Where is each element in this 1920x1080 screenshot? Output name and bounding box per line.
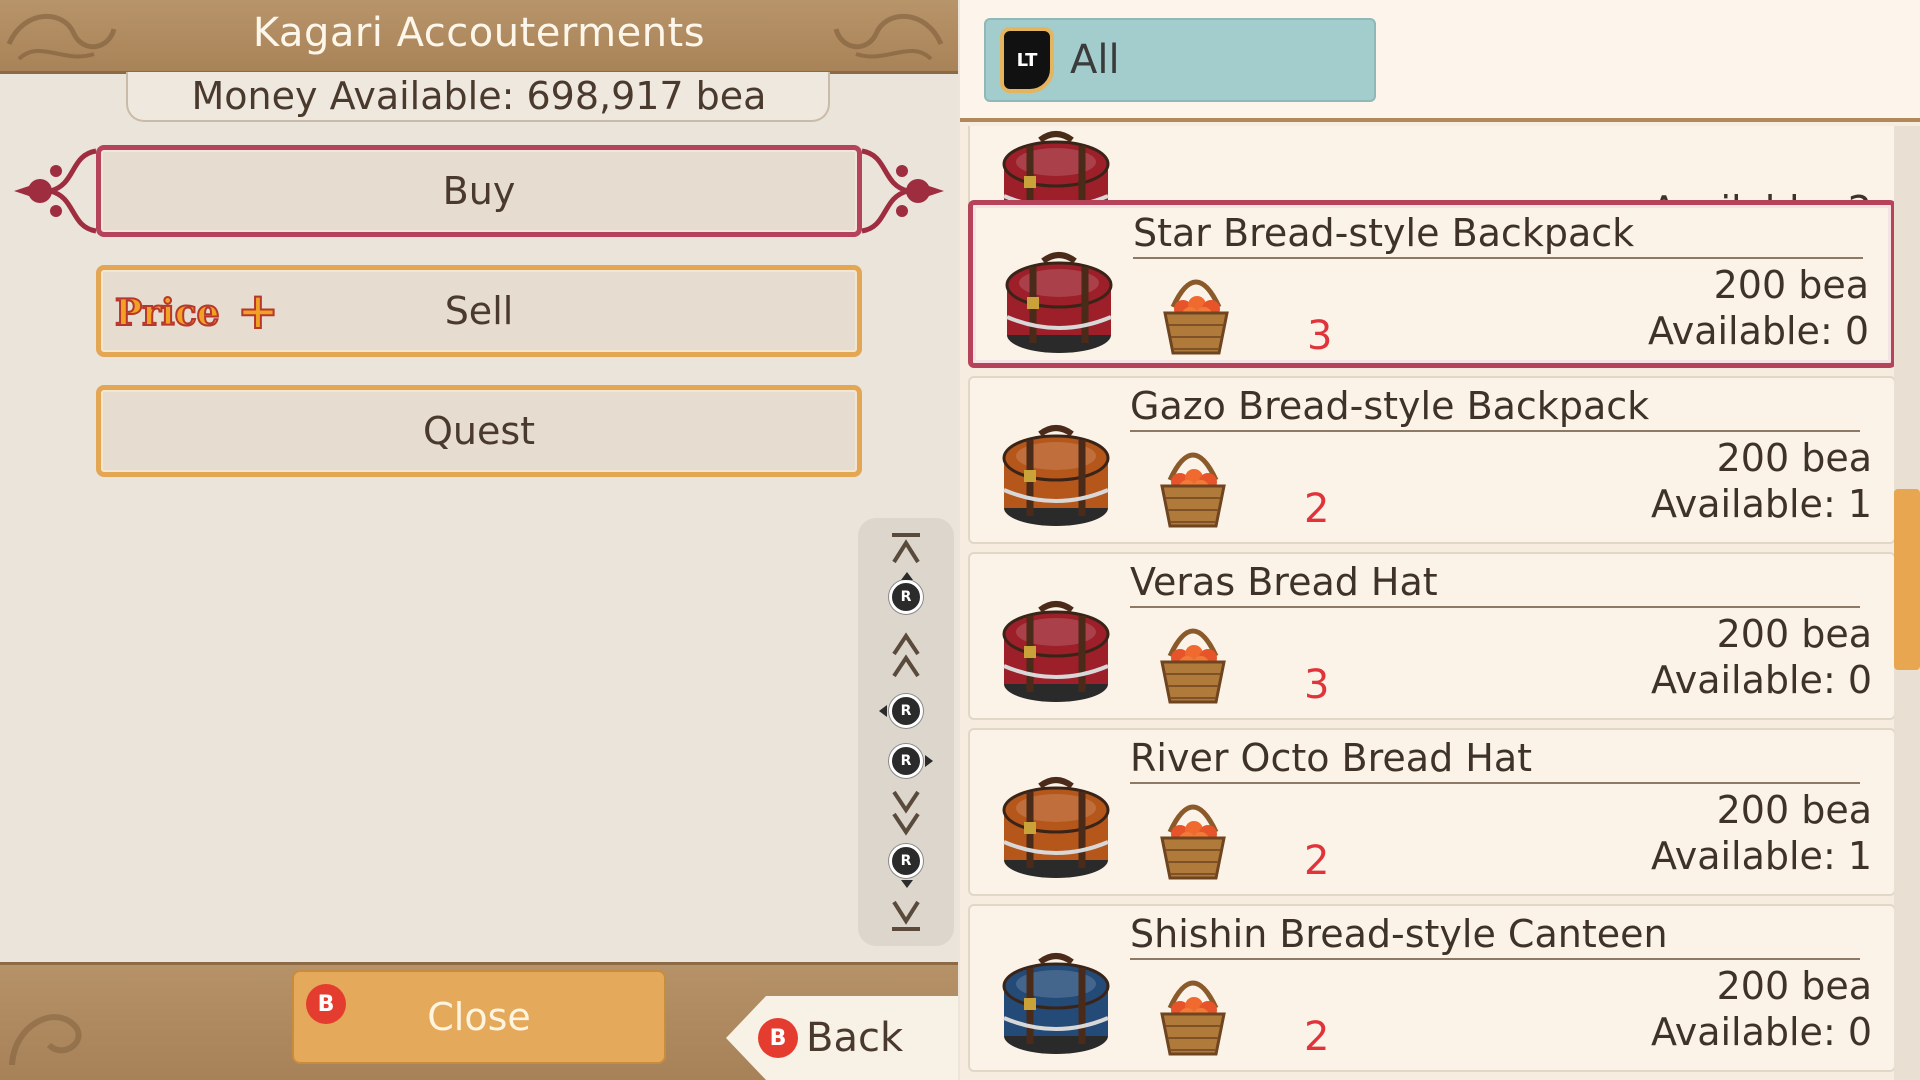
double-chevron-up-icon	[892, 632, 920, 678]
item-available: Available: 1	[1650, 834, 1872, 878]
item-price: 200 bea	[1716, 612, 1872, 656]
item-available: Available: 0	[1650, 658, 1872, 702]
plus-icon: +	[236, 281, 280, 341]
sell-button[interactable]: Price + Sell	[96, 265, 862, 357]
arrow-down-icon	[901, 880, 913, 888]
flourish-left-icon	[14, 148, 97, 234]
arrow-left-icon	[879, 705, 887, 717]
quest-label: Quest	[422, 409, 536, 453]
material-quantity: 3	[1307, 313, 1333, 359]
double-chevron-down-icon	[892, 790, 920, 836]
r-stick-icon: R	[889, 844, 923, 878]
material-quantity: 3	[1304, 662, 1330, 708]
lt-trigger-icon: LT	[1000, 27, 1054, 93]
money-available: Money Available: 698,917 bea	[191, 74, 767, 118]
filter-label: All	[1070, 37, 1120, 83]
shop-title: Kagari Accouterments	[252, 10, 706, 56]
buy-label: Buy	[442, 169, 516, 213]
b-button-icon: B	[758, 1018, 798, 1058]
item-row[interactable]: River Octo Bread Hat 200 bea 2 Available: 1	[968, 728, 1894, 896]
b-button-icon: B	[306, 984, 346, 1024]
r-stick-icon: R	[889, 744, 923, 778]
material-quantity: 2	[1304, 486, 1330, 532]
jump-to-top-button[interactable]	[858, 532, 954, 566]
material-quantity: 2	[1304, 1014, 1330, 1060]
item-available: Available: 0	[1647, 309, 1869, 353]
flourish-right-icon	[861, 148, 944, 234]
r-stick-icon: R	[889, 694, 923, 728]
list-scrollbar[interactable]	[1894, 126, 1920, 1080]
item-name: River Octo Bread Hat	[1130, 736, 1860, 784]
bread-basket-icon	[1160, 452, 1226, 528]
bag-item-icon	[1002, 953, 1110, 1054]
bag-item-icon	[1002, 777, 1110, 878]
filter-bar: LT All	[960, 0, 1920, 122]
filter-tab-all[interactable]: LT All	[984, 18, 1376, 102]
ornament-footer-left-icon	[9, 1014, 82, 1066]
item-name: Shishin Bread-style Canteen	[1130, 912, 1860, 960]
r-stick-left-hint: R	[858, 694, 954, 728]
item-row[interactable]: Shishin Bread-style Canteen 200 bea 2 Avail…	[968, 904, 1894, 1072]
bag-item-icon	[1005, 252, 1113, 353]
arrow-up-icon	[901, 572, 913, 580]
item-list-panel: LT All Available: 2Star Bread-style Back…	[960, 0, 1920, 1080]
back-button[interactable]: B Back	[726, 996, 958, 1080]
item-price: 200 bea	[1713, 263, 1869, 307]
shop-header: Kagari Accouterments	[0, 0, 958, 74]
r-stick-up-hint: R	[858, 572, 954, 614]
item-available: Available: 0	[1650, 1010, 1872, 1054]
item-row[interactable]: Veras Bread Hat 200 bea 3 Available: 0	[968, 552, 1894, 720]
r-stick-right-hint: R	[858, 744, 954, 778]
bread-basket-icon	[1163, 279, 1229, 355]
bread-basket-icon	[1160, 804, 1226, 880]
jump-to-bottom-button[interactable]	[858, 898, 954, 932]
page-down-button[interactable]	[858, 788, 954, 838]
item-available: Available: 1	[1650, 482, 1872, 526]
bag-item-icon	[1002, 601, 1110, 702]
r-stick-icon: R	[889, 580, 923, 614]
back-label: Back	[806, 1015, 904, 1061]
close-label: Close	[427, 995, 531, 1039]
jump-bottom-icon	[892, 900, 920, 931]
item-row[interactable]: Gazo Bread-style Backpack 200 bea 2 Availab…	[968, 376, 1894, 544]
arrow-right-icon	[925, 755, 933, 767]
close-button[interactable]: B Close	[292, 970, 666, 1064]
material-quantity: 2	[1304, 838, 1330, 884]
bag-item-icon	[1002, 425, 1110, 526]
item-name: Gazo Bread-style Backpack	[1130, 384, 1860, 432]
shop-menu-panel: Kagari Accouterments Money Available: 69…	[0, 0, 958, 1080]
bread-basket-icon	[1160, 628, 1226, 704]
r-stick-down-hint: R	[858, 844, 954, 888]
buy-button[interactable]: Buy	[96, 145, 862, 237]
item-name: Veras Bread Hat	[1130, 560, 1860, 608]
item-list: Available: 2Star Bread-style Backpack200…	[960, 126, 1894, 1080]
item-price: 200 bea	[1716, 436, 1872, 480]
bread-basket-icon	[1160, 980, 1226, 1056]
quest-button[interactable]: Quest	[96, 385, 862, 477]
item-price: 200 bea	[1716, 964, 1872, 1008]
item-price: 200 bea	[1716, 788, 1872, 832]
price-plus-badge: Price	[114, 291, 221, 335]
jump-top-icon	[892, 533, 920, 564]
item-name: Star Bread-style Backpack	[1133, 211, 1863, 259]
sell-label: Sell	[444, 289, 514, 333]
list-scroll-control: R R R R	[858, 518, 954, 946]
item-row[interactable]: Star Bread-style Backpack 200 bea 3 Availab…	[968, 200, 1894, 368]
scrollbar-thumb[interactable]	[1894, 489, 1920, 671]
page-up-button[interactable]	[858, 630, 954, 680]
